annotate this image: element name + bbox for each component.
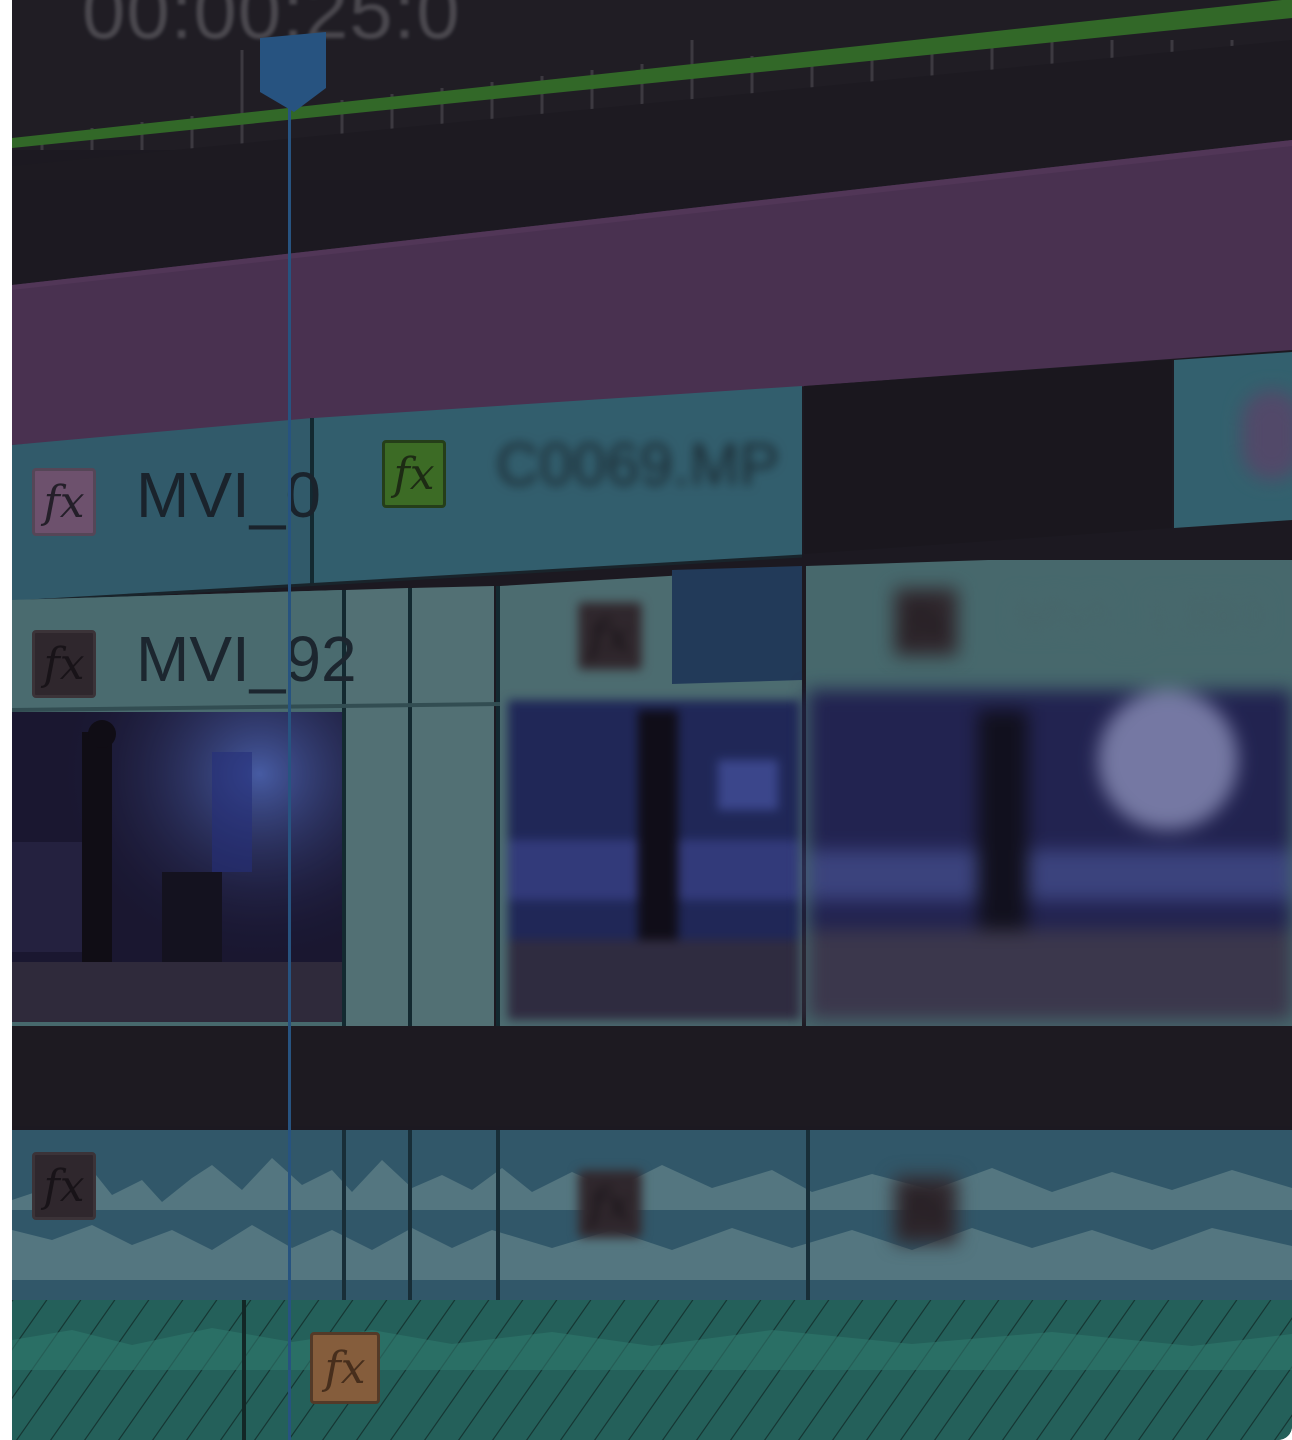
fx-badge-icon[interactable]: fx [32, 630, 96, 698]
clip-label-mvi-92[interactable]: MVI_92 [136, 622, 357, 696]
fx-badge-icon[interactable]: fx [578, 1170, 642, 1238]
fx-badge-icon[interactable]: fx [894, 588, 958, 656]
clip-thumbnail-concert [808, 690, 1292, 1020]
fx-badge-icon[interactable]: fx [32, 468, 96, 536]
clip-label-mvi-0[interactable]: MVI_0 [136, 458, 321, 532]
clip-thumbnail-concert [508, 700, 800, 1020]
clip-thumbnail-concert [12, 712, 342, 1022]
fx-badge-icon[interactable]: fx [894, 1176, 958, 1244]
clip-label-c0069[interactable]: C0069.MP [496, 430, 779, 499]
fx-badge-icon[interactable]: fx [310, 1332, 380, 1404]
audio-track-a1[interactable] [12, 1130, 1292, 1305]
audio-track-a2[interactable] [12, 1300, 1292, 1440]
clip-thumbnail-edge [1242, 390, 1292, 480]
fx-badge-icon[interactable]: fx [32, 1152, 96, 1220]
playhead-line[interactable] [288, 96, 291, 1440]
fx-badge-icon[interactable]: fx [578, 602, 642, 670]
fx-badge-icon[interactable]: fx [382, 440, 446, 508]
clip-label-mvi-1393[interactable]: MVI_1393 [1012, 582, 1267, 647]
track-separator [12, 1026, 1292, 1126]
timeline-panel[interactable]: 00:00:25:0 fx MVI_0 fx C0069.MP fx MVI_9… [12, 0, 1292, 1440]
playhead-handle[interactable] [260, 32, 326, 112]
